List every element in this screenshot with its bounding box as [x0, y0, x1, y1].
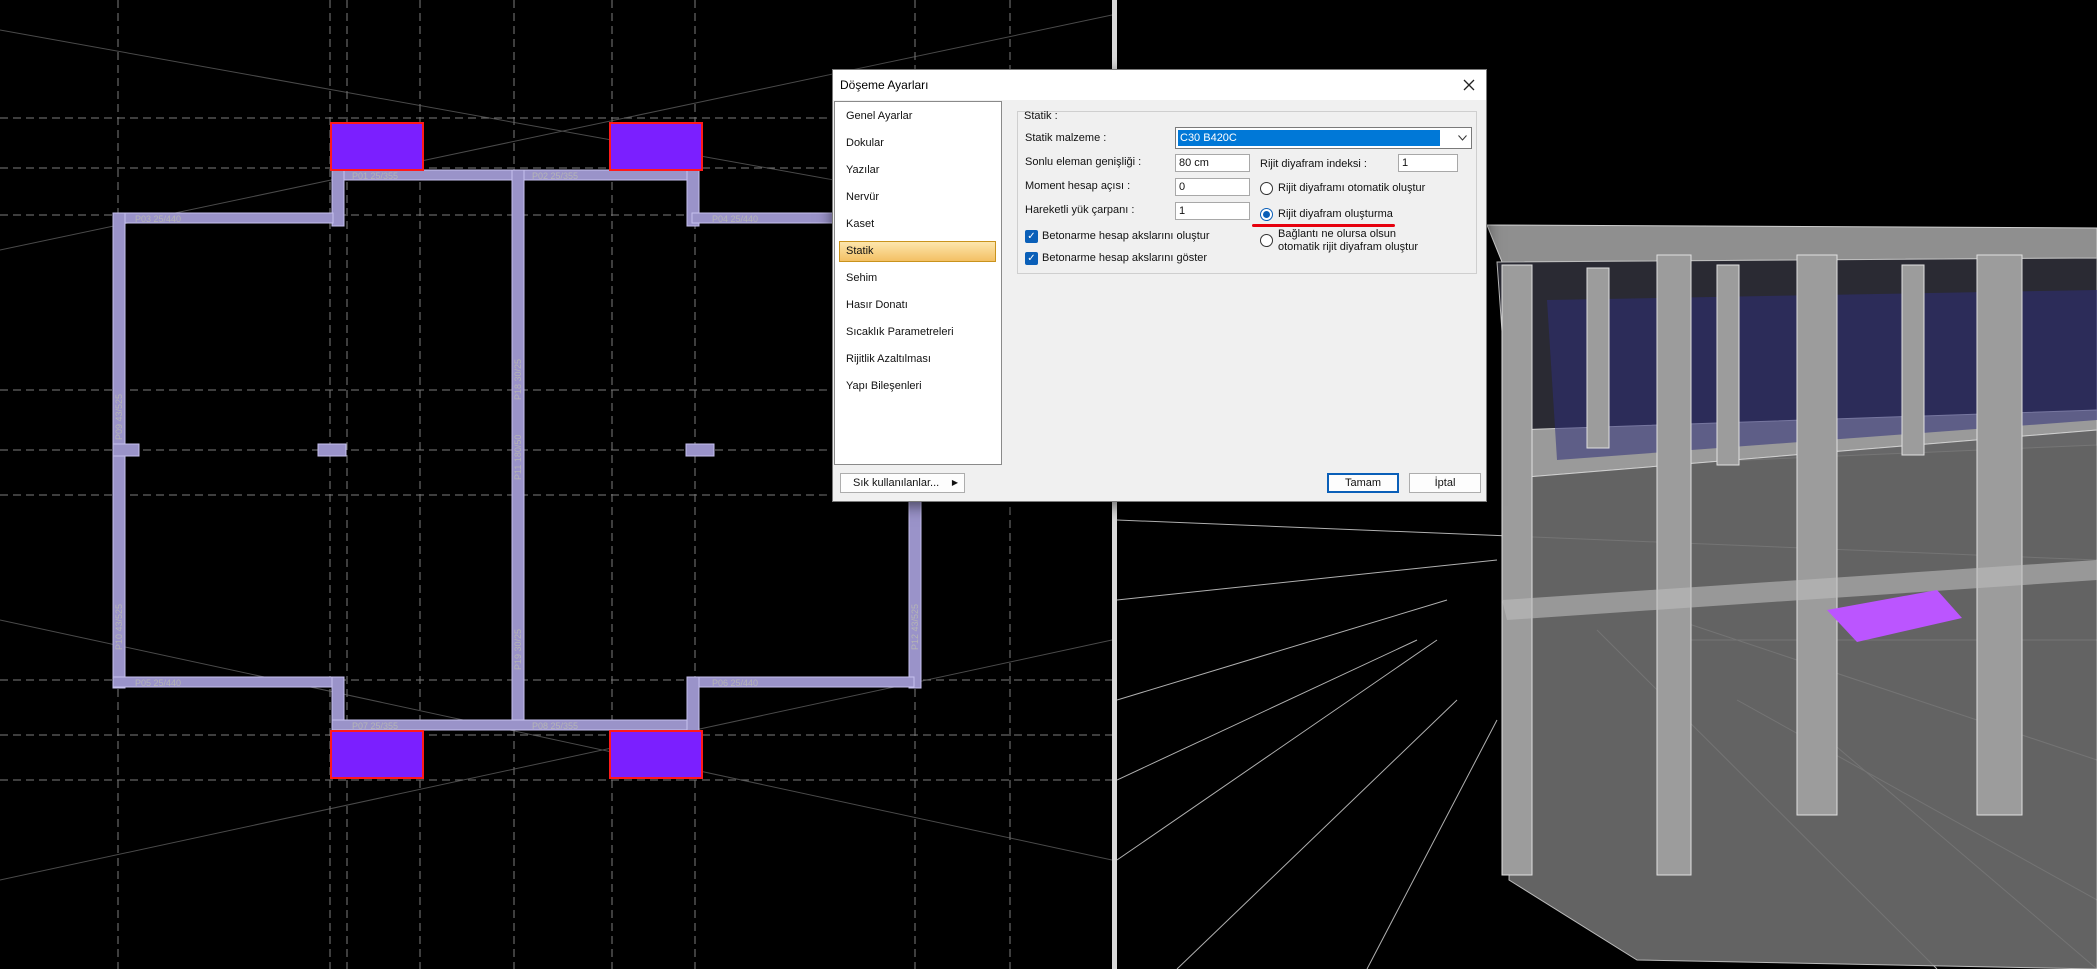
checkbox-show-axes[interactable]: ✓	[1025, 252, 1038, 265]
beam-label: P02 25/355	[532, 171, 578, 181]
nav-item-texts[interactable]: Yazılar	[839, 160, 996, 181]
chevron-right-icon: ▶	[951, 478, 958, 487]
show-axes-label: Betonarme hesap akslarını göster	[1042, 252, 1208, 264]
moment-angle-label: Moment hesap açısı :	[1025, 180, 1131, 192]
moment-angle-field[interactable]: 0	[1175, 178, 1250, 196]
radio-none-label: Rijit diyafram oluşturma	[1278, 208, 1393, 220]
beam-label: P11 180/50	[513, 435, 523, 480]
radio-always-diaphragm[interactable]	[1260, 234, 1273, 247]
radio-always-label-2: otomatik rijit diyafram oluştur	[1278, 241, 1418, 253]
nav-item-deflection[interactable]: Sehim	[839, 268, 996, 289]
fem-width-field[interactable]: 80 cm	[1175, 154, 1250, 172]
beam-label: P06 25/440	[712, 678, 758, 688]
fem-width-label: Sonlu eleman genişliği :	[1025, 156, 1142, 168]
beam-label: P10 43/525	[114, 604, 124, 650]
nav-item-stiffness[interactable]: Rijitlik Azaltılması	[839, 349, 996, 370]
building-3d	[1486, 224, 2097, 969]
settings-nav: Genel Ayarlar Dokular Yazılar Nervür Kas…	[834, 101, 1002, 465]
red-underline-annotation	[1252, 224, 1395, 227]
favorites-button[interactable]: Sık kullanılanlar... ▶	[840, 473, 965, 493]
cancel-button[interactable]: İptal	[1409, 473, 1481, 493]
dialog-title: Döşeme Ayarları	[840, 78, 929, 92]
beam-label: P04 25/440	[712, 214, 758, 224]
moving-load-label: Hareketli yük çarpanı :	[1025, 204, 1135, 216]
beam-label: P19 30/25	[513, 629, 523, 670]
dialog-titlebar[interactable]: Döşeme Ayarları	[833, 70, 1486, 100]
nav-item-rib[interactable]: Nervür	[839, 187, 996, 208]
beam-label: P12 43/525	[910, 604, 920, 650]
nav-item-temperature[interactable]: Sıcaklık Parametreleri	[839, 322, 996, 343]
nav-item-mesh-rebar[interactable]: Hasır Donatı	[839, 295, 996, 316]
group-title: Statik :	[1024, 110, 1058, 122]
ok-button[interactable]: Tamam	[1327, 473, 1399, 493]
radio-no-diaphragm[interactable]	[1260, 208, 1273, 221]
slab-settings-dialog: Döşeme Ayarları Genel Ayarlar Dokular Ya…	[832, 69, 1487, 502]
radio-auto-diaphragm[interactable]	[1260, 182, 1273, 195]
radio-always-label-1: Bağlantı ne olursa olsun	[1278, 228, 1397, 240]
favorites-label: Sık kullanılanlar...	[853, 477, 940, 489]
diaphragm-index-field[interactable]: 1	[1398, 154, 1458, 172]
beam-label: P01 25/355	[352, 171, 398, 181]
beam-label: P09 43/525	[114, 394, 124, 440]
chevron-down-icon[interactable]	[1454, 129, 1470, 147]
close-button[interactable]	[1456, 72, 1482, 98]
diaphragm-index-label: Rijit diyafram indeksi :	[1260, 158, 1367, 170]
close-icon	[1463, 79, 1475, 91]
nav-item-general[interactable]: Genel Ayarlar	[839, 106, 996, 127]
nav-item-textures[interactable]: Dokular	[839, 133, 996, 154]
checkbox-create-axes[interactable]: ✓	[1025, 230, 1038, 243]
material-select[interactable]: C30 B420C	[1175, 127, 1472, 149]
material-value: C30 B420C	[1178, 130, 1440, 146]
beam-label: P03 25/440	[135, 214, 181, 224]
beam-label: P08 25/355	[532, 721, 578, 731]
nav-item-static[interactable]: Statik	[839, 241, 996, 262]
beam-label: P05 25/440	[135, 678, 181, 688]
moving-load-field[interactable]: 1	[1175, 202, 1250, 220]
create-axes-label: Betonarme hesap akslarını oluştur	[1042, 230, 1210, 242]
nav-item-components[interactable]: Yapı Bileşenleri	[839, 376, 996, 397]
nav-item-waffle[interactable]: Kaset	[839, 214, 996, 235]
radio-auto-label: Rijit diyaframı otomatik oluştur	[1278, 182, 1426, 194]
beam-label: P07 25/355	[352, 721, 398, 731]
material-label: Statik malzeme :	[1025, 132, 1107, 144]
beam-label: P18 30/25	[513, 359, 523, 400]
